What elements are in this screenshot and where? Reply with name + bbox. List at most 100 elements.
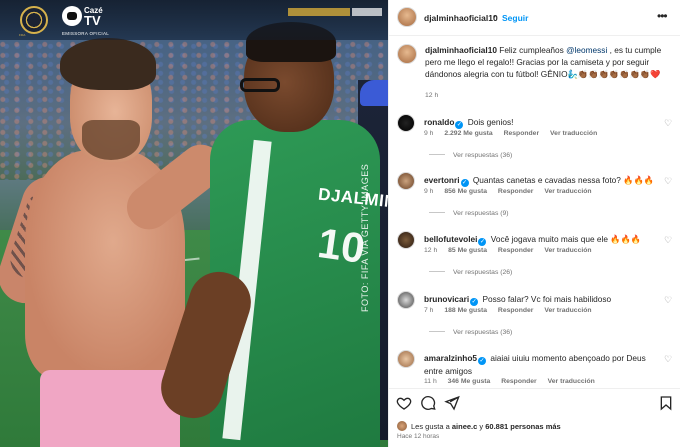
translate-button[interactable]: Ver traducción xyxy=(550,130,597,137)
likes-summary[interactable]: Les gusta a ainee.c y 60.881 personas má… xyxy=(397,421,561,431)
comment-avatar[interactable] xyxy=(397,350,415,368)
comment-meta: 11 h 346 Me gusta Responder Ver traducci… xyxy=(424,378,604,385)
separator-dot: • xyxy=(493,12,496,21)
comment-avatar[interactable] xyxy=(397,172,415,190)
view-replies-button[interactable]: Ver respuestas (9) xyxy=(429,210,509,217)
caption-body-start: Feliz cumpleaños xyxy=(499,45,567,55)
view-replies-button[interactable]: Ver respuestas (26) xyxy=(429,269,512,276)
comment-heart-icon[interactable]: ♡ xyxy=(664,295,672,306)
comment-text: Dois genios! xyxy=(467,117,514,127)
comment-body: amaralzinho5 ✓ aiaiai uiuiu momento abenç… xyxy=(424,352,659,377)
reply-button[interactable]: Responder xyxy=(504,130,540,137)
liker-username[interactable]: ainee.c xyxy=(452,422,477,431)
verified-badge-icon: ✓ xyxy=(478,357,487,365)
comment-icon[interactable] xyxy=(420,395,436,411)
broadcaster-tagline: EMISSORA OFICIAL xyxy=(62,31,110,36)
pink-shorts xyxy=(40,370,180,447)
more-options-icon[interactable]: ••• xyxy=(657,9,668,23)
scoreboard-strip xyxy=(288,8,350,16)
tournament-logo-caption: FIFA xyxy=(19,33,26,37)
bystander-cap xyxy=(360,80,388,106)
translate-button[interactable]: Ver traducción xyxy=(544,188,591,195)
share-icon[interactable] xyxy=(444,395,460,411)
verified-badge-icon: ✓ xyxy=(460,179,469,187)
translate-button[interactable]: Ver traducción xyxy=(544,307,591,314)
post-header: djalminhaoficial10 • Seguir ••• xyxy=(389,0,680,36)
comment-text: Posso falar? Vc foi mais habilidoso xyxy=(482,294,612,304)
comment-username[interactable]: amaralzinho5 xyxy=(424,353,477,363)
comment-username[interactable]: bellofutevolei xyxy=(424,234,477,244)
comment-heart-icon[interactable]: ♡ xyxy=(664,235,672,246)
comment-likes[interactable]: 188 Me gusta xyxy=(444,307,487,314)
comment-likes[interactable]: 346 Me gusta xyxy=(448,378,491,385)
comment-time: 7 h xyxy=(424,307,434,314)
comment-avatar[interactable] xyxy=(397,291,415,309)
caption-avatar[interactable] xyxy=(397,44,417,64)
comment: brunovicari ✓ Posso falar? Vc foi mais ha… xyxy=(389,291,680,351)
comment-time: 9 h xyxy=(424,188,434,195)
messi-beard xyxy=(82,120,140,160)
scoreboard-strip-light xyxy=(352,8,382,16)
comment-meta: 9 h 856 Me gusta Responder Ver traducció… xyxy=(424,188,601,195)
caption-time: 12 h xyxy=(425,92,439,99)
comment-text: Você jogava muito mais que ele 🔥🔥🔥 xyxy=(490,234,642,244)
post-sidebar: djalminhaoficial10 • Seguir ••• djalminh… xyxy=(388,0,680,447)
comment-likes[interactable]: 2.292 Me gusta xyxy=(444,130,492,137)
reply-button[interactable]: Responder xyxy=(498,307,534,314)
comment-meta: 12 h 85 Me gusta Responder Ver traducció… xyxy=(424,247,601,254)
photo-credit: FOTO: FIFA VIA GETTY IMAGES xyxy=(360,164,370,312)
comment-avatar[interactable] xyxy=(397,114,415,132)
verified-badge-icon: ✓ xyxy=(470,298,479,306)
likes-prefix: Les gusta a xyxy=(411,422,452,431)
view-replies-button[interactable]: Ver respuestas (36) xyxy=(429,152,512,159)
comment-time: 12 h xyxy=(424,247,438,254)
comment-likes[interactable]: 856 Me gusta xyxy=(444,188,487,195)
author-username[interactable]: djalminhaoficial10 xyxy=(424,13,498,23)
comment-avatar[interactable] xyxy=(397,231,415,249)
cazetv-tv: TV xyxy=(84,13,101,28)
likes-count[interactable]: 60.881 personas más xyxy=(485,422,560,431)
comment: bellofutevolei ✓ Você jogava muito mais q… xyxy=(389,231,680,291)
comment-username[interactable]: ronaldo xyxy=(424,117,454,127)
comment-heart-icon[interactable]: ♡ xyxy=(664,176,672,187)
post-photo[interactable]: DJALMINHA 10 FOTO: FIFA VIA GETTY IMAGES… xyxy=(0,0,388,447)
caption-text: djalminhaoficial10 Feliz cumpleaños @leo… xyxy=(425,44,670,80)
caption-username[interactable]: djalminhaoficial10 xyxy=(425,45,497,55)
comment-username[interactable]: brunovicari xyxy=(424,294,469,304)
reply-button[interactable]: Responder xyxy=(501,378,537,385)
glasses xyxy=(240,78,280,92)
comment-likes[interactable]: 85 Me gusta xyxy=(448,247,487,254)
author-avatar[interactable] xyxy=(397,7,417,27)
post-timestamp: Hace 12 horas xyxy=(397,433,440,440)
comment: ronaldo ✓ Dois genios! 9 h 2.292 Me gusta… xyxy=(389,114,680,174)
tournament-logo xyxy=(20,6,48,34)
verified-badge-icon: ✓ xyxy=(455,121,464,129)
broadcast-overlay xyxy=(0,0,388,40)
photo-credit-text: FOTO: FIFA VIA GETTY IMAGES xyxy=(360,163,370,312)
view-replies-button[interactable]: Ver respuestas (36) xyxy=(429,329,512,336)
comment-body: bellofutevolei ✓ Você jogava muito mais q… xyxy=(424,233,659,246)
reply-button[interactable]: Responder xyxy=(498,247,534,254)
post-footer: Les gusta a ainee.c y 60.881 personas má… xyxy=(389,388,680,447)
comment-body: brunovicari ✓ Posso falar? Vc foi mais ha… xyxy=(424,293,659,306)
translate-button[interactable]: Ver traducción xyxy=(548,378,595,385)
comment-meta: 9 h 2.292 Me gusta Responder Ver traducc… xyxy=(424,130,606,137)
cazetv-logo xyxy=(62,6,82,26)
comment-meta: 7 h 188 Me gusta Responder Ver traducció… xyxy=(424,307,601,314)
follow-button[interactable]: Seguir xyxy=(502,13,528,23)
liker-avatar xyxy=(397,421,407,431)
reply-button[interactable]: Responder xyxy=(498,188,534,195)
verified-badge-icon: ✓ xyxy=(478,238,487,246)
comment-heart-icon[interactable]: ♡ xyxy=(664,118,672,129)
comment-body: evertonri ✓ Quantas canetas e cavadas nes… xyxy=(424,174,659,187)
heart-icon[interactable] xyxy=(396,395,412,411)
bookmark-icon[interactable] xyxy=(658,395,674,411)
comment-time: 11 h xyxy=(424,378,437,385)
comment: evertonri ✓ Quantas canetas e cavadas nes… xyxy=(389,172,680,232)
comment-text: Quantas canetas e cavadas nessa foto? 🔥🔥… xyxy=(472,175,655,185)
caption-mention[interactable]: @leomessi xyxy=(566,45,607,55)
comment-username[interactable]: evertonri xyxy=(424,175,460,185)
translate-button[interactable]: Ver traducción xyxy=(544,247,591,254)
comment-body: ronaldo ✓ Dois genios! xyxy=(424,116,659,129)
comment-heart-icon[interactable]: ♡ xyxy=(664,354,672,365)
